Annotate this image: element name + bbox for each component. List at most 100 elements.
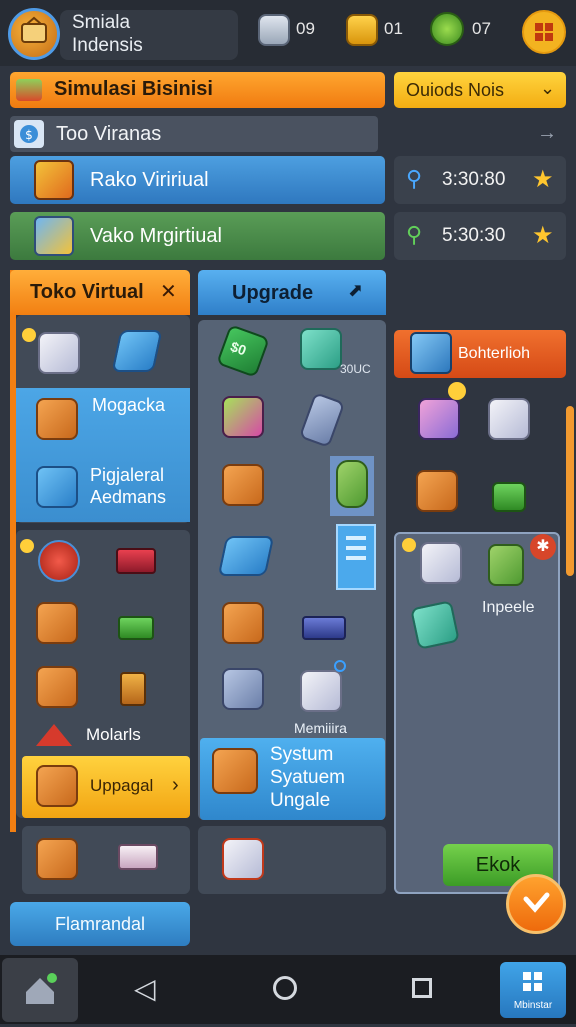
scrollbar[interactable] <box>566 406 574 576</box>
tab-upgrade[interactable]: Upgrade ⬈ <box>198 270 386 315</box>
coin-stack-icon[interactable] <box>258 14 290 46</box>
item-uppagal-label: Uppagal <box>90 776 154 795</box>
upgrade-selected-row[interactable]: Uppagal › <box>22 756 190 818</box>
red-card-item[interactable] <box>116 548 156 574</box>
product-row-1[interactable]: Rako Viririual <box>10 156 385 204</box>
item-pigjaleral-label: Pigjaleral <box>90 465 165 485</box>
item-cash-mark: $0 <box>228 338 249 359</box>
box-item[interactable] <box>222 464 264 506</box>
blue-tray-item[interactable] <box>217 536 275 576</box>
cash-item[interactable] <box>118 616 154 640</box>
box-item[interactable] <box>36 602 78 644</box>
record-item[interactable] <box>38 540 80 582</box>
recents-icon[interactable] <box>412 978 432 998</box>
gold-pile-icon[interactable] <box>346 14 378 46</box>
subheader-bar[interactable]: $ Too Viranas <box>10 116 378 152</box>
flamrandal-button[interactable]: Flamrandal <box>10 902 190 946</box>
tab-toko-virtual-label: Toko Virtual <box>30 281 144 303</box>
main-banner[interactable]: Simulasi Bisinisi <box>10 72 385 108</box>
green-block-item[interactable] <box>488 544 524 586</box>
stack-icon <box>16 79 42 101</box>
resource-coins-value: 09 <box>296 19 315 38</box>
box-item <box>36 765 78 807</box>
category-dropdown[interactable]: Ouiods Nois ⌄ <box>394 72 566 108</box>
item-molarls-label: Molarls <box>86 725 141 744</box>
blue-card-item[interactable] <box>336 524 376 590</box>
green-phone-item[interactable] <box>336 460 368 508</box>
close-icon[interactable]: ✱ <box>530 534 556 560</box>
system-line-3: Ungale <box>270 790 331 811</box>
dropdown-label: Ouiods Nois <box>406 80 505 100</box>
grid-menu-button[interactable] <box>522 10 566 54</box>
action-fab-button[interactable] <box>506 874 566 934</box>
cashbox-item[interactable] <box>222 396 264 438</box>
scanner-item[interactable] <box>410 600 460 650</box>
tab-right[interactable]: Bohterlioh <box>394 330 566 378</box>
search-icon: ⚲ <box>406 166 423 191</box>
system-line-2: Syatuem <box>270 767 345 788</box>
printer-item[interactable] <box>222 668 264 710</box>
flamrandal-button-label: Flamrandal <box>54 914 146 934</box>
blue-box-item[interactable] <box>36 466 78 508</box>
white-cube-item[interactable] <box>488 398 530 440</box>
tray-item[interactable] <box>118 844 158 870</box>
box-item[interactable] <box>36 838 78 880</box>
keyboard-item[interactable] <box>302 616 346 640</box>
ring-badge-icon <box>334 660 346 672</box>
document-box-item[interactable] <box>300 670 342 712</box>
star-icon: ★ <box>532 222 554 249</box>
blue-cube-icon <box>410 332 452 374</box>
tab-right-label: Bohterlioh <box>458 345 531 362</box>
box-item[interactable] <box>222 602 264 644</box>
card-line <box>346 536 366 540</box>
gift-box-item[interactable] <box>418 398 460 440</box>
chevron-down-icon: ⌄ <box>540 78 556 98</box>
grid-icon <box>535 23 553 41</box>
product-row-2-label: Vako Mrgirtiual <box>90 225 222 247</box>
coin-badge-icon <box>402 538 416 552</box>
register-item[interactable] <box>300 328 342 370</box>
product-box-icon <box>34 160 74 200</box>
home-icon <box>26 973 57 1004</box>
box-item[interactable] <box>36 666 78 708</box>
pin-icon: ⬈ <box>348 280 364 300</box>
cash-stack-item[interactable] <box>492 482 526 512</box>
box-item[interactable] <box>416 470 458 512</box>
game-title-line1: Smiala <box>72 12 131 33</box>
white-cube-item[interactable] <box>38 332 80 374</box>
coin-badge-icon <box>20 539 34 553</box>
nav-right-label: Mbinstar <box>513 1000 553 1011</box>
svg-text:$: $ <box>25 128 33 142</box>
tab-toko-virtual[interactable]: Toko Virtual ✕ <box>10 270 190 315</box>
game-logo-icon[interactable] <box>8 8 60 60</box>
tool-item[interactable] <box>120 672 146 706</box>
price-row-2-value: 5:30:30 <box>442 225 506 246</box>
tent-icon <box>36 724 72 746</box>
close-icon[interactable]: ✕ <box>160 279 177 304</box>
grid-icon <box>523 972 542 991</box>
main-banner-label: Simulasi Bisinisi <box>54 78 213 100</box>
product-row-2[interactable]: Vako Mrgirtiual <box>10 212 385 260</box>
back-icon[interactable]: ◁ <box>134 972 156 1005</box>
resource-gold-value: 01 <box>384 19 403 38</box>
document-item[interactable] <box>222 838 264 880</box>
product-row-1-label: Rako Viririual <box>90 169 209 191</box>
item-inpeele-label: Inpeele <box>482 599 535 616</box>
box-item <box>212 748 258 794</box>
box-item[interactable] <box>36 398 78 440</box>
search-icon: ⚲ <box>406 222 423 247</box>
resource-gems-value: 07 <box>472 19 491 38</box>
item-30uc-label: 30UC <box>340 362 371 376</box>
document-box-item[interactable] <box>420 542 462 584</box>
green-gem-icon[interactable] <box>430 12 464 46</box>
home-tab[interactable] <box>2 958 78 1022</box>
star-icon: ★ <box>532 166 554 193</box>
item-mogacka-label: Mogacka <box>92 395 166 415</box>
price-row-1[interactable]: ⚲ 3:30:80 ★ <box>394 156 566 204</box>
card-line <box>346 556 366 560</box>
home-circle-icon[interactable] <box>273 976 297 1000</box>
arrow-right-icon[interactable]: → <box>537 122 557 145</box>
price-row-2[interactable]: ⚲ 5:30:30 ★ <box>394 212 566 260</box>
system-upgrade-card[interactable]: Systum Syatuem Ungale <box>200 738 385 820</box>
nav-right-button[interactable]: Mbinstar <box>500 962 566 1018</box>
